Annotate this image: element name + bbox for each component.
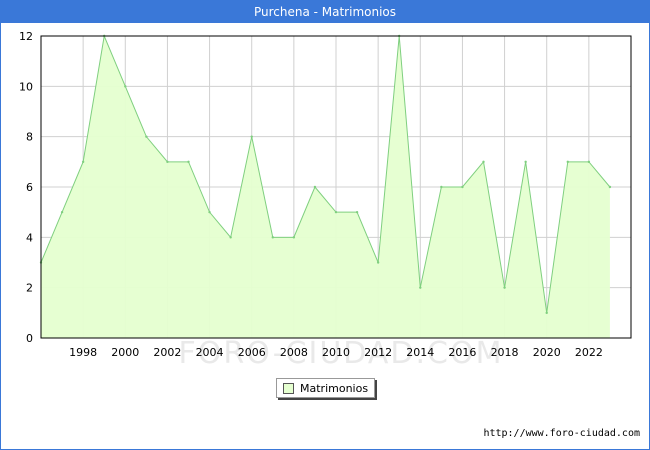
x-tick-label: 2000 <box>111 346 139 359</box>
data-point <box>355 210 359 214</box>
data-point <box>271 236 274 239</box>
x-tick-label: 2016 <box>448 346 476 359</box>
data-point <box>419 286 422 289</box>
data-point <box>461 185 464 189</box>
data-point <box>566 160 569 164</box>
legend: Matrimonios <box>276 378 376 398</box>
data-point <box>482 160 485 164</box>
x-tick-label: 2012 <box>364 346 392 359</box>
data-point <box>229 236 232 239</box>
data-point <box>145 135 148 138</box>
data-point <box>81 160 85 164</box>
data-point <box>524 160 527 164</box>
x-tick-label: 2004 <box>196 346 224 359</box>
legend-label-matrimonios: Matrimonios <box>300 381 369 395</box>
chart-frame: Purchena - Matrimonios FORO-CIUDAD.COM 1… <box>0 0 650 450</box>
data-point <box>187 160 190 164</box>
y-tick-label: 0 <box>26 332 33 345</box>
data-point <box>124 85 127 88</box>
x-tick-label: 2018 <box>491 346 519 359</box>
data-point <box>587 160 591 164</box>
x-tick-label: 2014 <box>406 346 434 359</box>
y-tick-label: 4 <box>26 231 33 244</box>
y-tick-label: 8 <box>26 131 33 144</box>
y-tick-label: 2 <box>26 282 33 295</box>
data-point <box>608 185 612 189</box>
data-point <box>503 286 506 289</box>
y-tick-label: 6 <box>26 181 33 194</box>
data-point <box>334 210 338 214</box>
data-point <box>313 185 317 189</box>
data-point <box>208 210 211 214</box>
x-tick-label: 2022 <box>575 346 603 359</box>
x-tick-label: 2020 <box>533 346 561 359</box>
x-tick-label: 1998 <box>69 346 97 359</box>
data-point <box>292 236 296 239</box>
legend-swatch-matrimonios <box>283 382 294 394</box>
x-tick-label: 2008 <box>280 346 308 359</box>
data-point <box>60 210 64 214</box>
data-point <box>376 261 380 264</box>
data-point <box>440 185 443 189</box>
data-point <box>545 311 548 315</box>
y-tick-label: 12 <box>19 30 33 43</box>
x-tick-label: 2006 <box>238 346 266 359</box>
source-credit: http://www.foro-ciudad.com <box>483 428 640 439</box>
data-point <box>166 160 169 164</box>
x-tick-label: 2002 <box>153 346 181 359</box>
data-point <box>250 135 253 138</box>
y-tick-label: 10 <box>19 80 33 93</box>
x-tick-label: 2010 <box>322 346 350 359</box>
y-tick-labels: 0 2 4 6 8 10 12 <box>19 30 33 345</box>
x-tick-labels: 1998 2000 2002 2004 2006 2008 2010 2012 2014 2016… <box>69 346 603 359</box>
